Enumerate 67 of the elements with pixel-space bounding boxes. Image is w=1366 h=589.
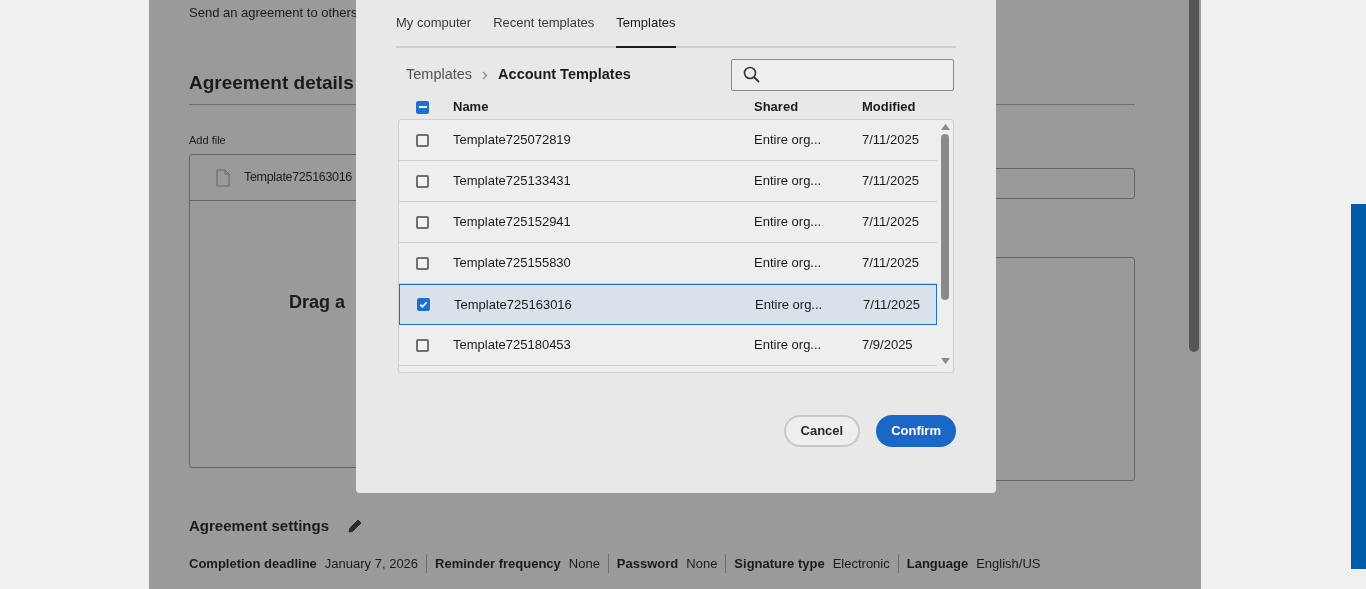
breadcrumb-item[interactable]: Templates (406, 64, 473, 86)
search-icon (743, 66, 761, 84)
setting-label: Reminder frequency (435, 554, 561, 573)
chevron-icon (482, 70, 489, 80)
tab[interactable]: Recent templates (493, 0, 595, 48)
minus-icon (418, 103, 427, 111)
column-header[interactable]: Name (453, 97, 754, 117)
field-label: Add file (189, 133, 226, 147)
modified-cell-text: 7/11/2025 (862, 172, 919, 191)
setting-value: English/US (976, 554, 1041, 573)
modified-cell-text: 7/11/2025 (862, 213, 919, 232)
checkbox[interactable] (416, 133, 429, 147)
scroll-up-icon[interactable] (940, 124, 950, 130)
table-row[interactable]: Template725163016 Entire org... 7/11/2025 (399, 284, 937, 325)
checkbox[interactable] (416, 174, 429, 188)
settings-title: Agreement settings (189, 516, 330, 536)
table-row[interactable]: Template725180453 Entire org... 7/9/2025 (399, 325, 937, 366)
shared-cell-text: Entire org... (754, 336, 823, 355)
cancel-button[interactable]: Cancel (783, 415, 861, 447)
section-title: Agreement details (189, 72, 354, 93)
shared-cell-text: Entire org... (754, 172, 823, 191)
modified-cell-text: 7/11/2025 (862, 254, 919, 273)
table-row[interactable]: Template725072819 Entire org... 7/11/2025 (399, 120, 937, 161)
setting-value: January 7, 2026 (324, 554, 419, 573)
check-icon (419, 300, 428, 309)
modified-cell-text: 7/11/2025 (862, 131, 919, 150)
checkbox[interactable] (417, 298, 430, 311)
table-row[interactable]: Template725133431 Entire org... 7/11/2025 (399, 161, 937, 202)
document-icon (216, 168, 230, 187)
setting-label: Signature type (734, 554, 825, 573)
modified-cell-text: 7/11/2025 (863, 295, 920, 314)
setting-value: None (686, 554, 718, 573)
pencil-icon[interactable] (347, 518, 364, 535)
intro-text: Send an agreement to others (189, 4, 359, 22)
tab[interactable]: My computer (396, 0, 472, 48)
shared-cell-text: Entire org... (754, 131, 823, 150)
template-name: Template725072819 (453, 131, 572, 150)
setting-label: Password (616, 554, 679, 573)
setting-value: None (568, 554, 600, 573)
setting-value: Electronic (832, 554, 890, 573)
confirm-button[interactable]: Confirm (876, 415, 956, 447)
drop-hint: Drag a (289, 292, 346, 312)
template-name: Template725152941 (453, 213, 572, 232)
template-name: Template725163016 (454, 295, 573, 314)
column-header[interactable]: Shared (754, 97, 862, 117)
file-name: Template725163016 (244, 169, 352, 187)
checkbox[interactable] (416, 215, 429, 229)
scrollbar[interactable] (1189, 0, 1199, 352)
template-name: Template725133431 (453, 172, 572, 191)
checkbox[interactable] (416, 100, 429, 114)
modified-cell-text: 7/9/2025 (862, 336, 913, 355)
table-row[interactable]: Template725152941 Entire org... 7/11/2025 (399, 202, 937, 243)
setting-label: Language (906, 554, 969, 573)
template-name: Template725180453 (453, 336, 572, 355)
checkbox[interactable] (416, 338, 429, 352)
search-field[interactable] (731, 59, 954, 91)
column-header[interactable]: Modified (862, 97, 916, 117)
shared-cell-text: Entire org... (755, 295, 824, 314)
setting-label: Completion deadline (189, 554, 317, 573)
template-name: Template725155830 (453, 254, 572, 273)
scrollbar[interactable] (941, 134, 949, 300)
shared-cell-text: Entire org... (754, 213, 823, 232)
checkbox[interactable] (416, 256, 429, 270)
breadcrumb-item: Account Templates (498, 65, 631, 85)
scroll-down-icon[interactable] (940, 358, 950, 364)
tab[interactable]: Templates (616, 0, 676, 48)
shared-cell-text: Entire org... (754, 254, 823, 273)
